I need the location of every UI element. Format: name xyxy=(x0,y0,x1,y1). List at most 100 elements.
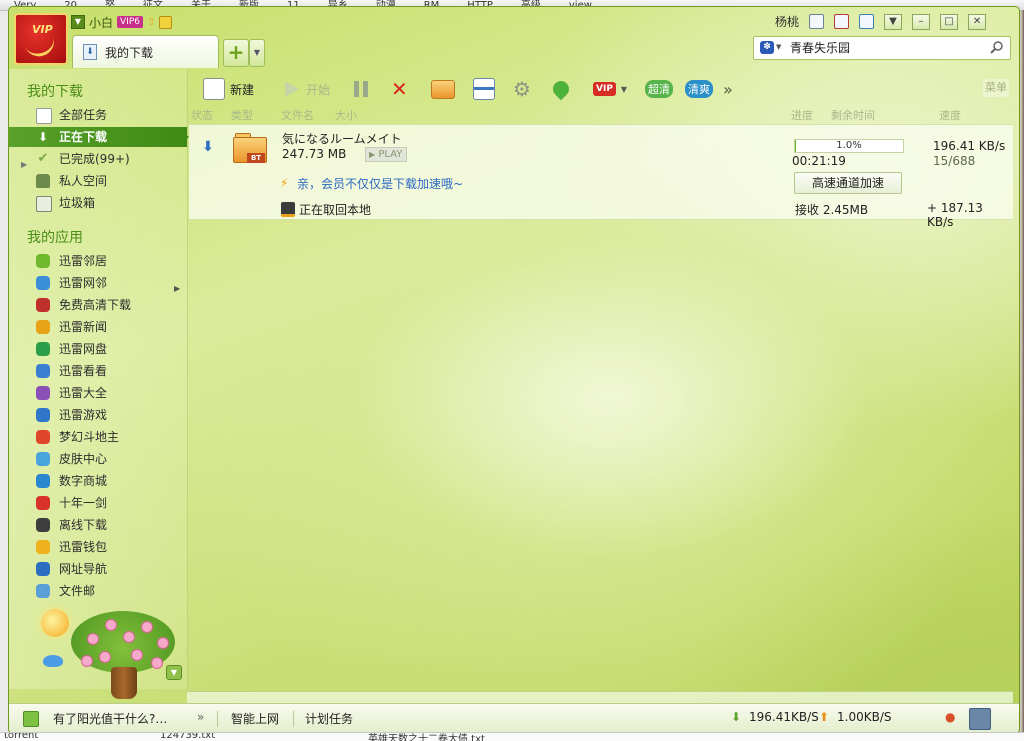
hd-button[interactable]: 超清 xyxy=(645,77,673,101)
search-engine-dropdown-icon[interactable]: ▼ xyxy=(776,43,781,51)
column-size[interactable]: 大小 xyxy=(335,107,357,123)
location-button[interactable] xyxy=(549,77,573,101)
sidebar-app-item[interactable]: 文件邮 xyxy=(9,581,187,601)
baidu-paw-icon[interactable]: ✽ xyxy=(760,41,774,54)
upgrade-arrow-icon: ⇧ xyxy=(146,16,156,28)
details-button[interactable] xyxy=(473,77,495,101)
sidebar-app-item[interactable]: 迅雷网邻 ▶ xyxy=(9,273,187,293)
progress-text: 1.0% xyxy=(836,140,862,151)
sidebar-app-item[interactable]: 迅雷看看 xyxy=(9,361,187,381)
more-chevron-icon: » xyxy=(723,79,733,99)
minimize-button[interactable]: – xyxy=(912,13,931,30)
vip-button[interactable]: VIP ▼ xyxy=(593,77,627,101)
sidebar-item-all-tasks[interactable]: 全部任务 xyxy=(9,105,187,125)
sidebar-item-label: 皮肤中心 xyxy=(59,452,108,466)
sidebar-item-downloading[interactable]: ⬇ 正在下载 xyxy=(9,127,189,147)
sidebar-item-private-space[interactable]: 私人空间 xyxy=(9,171,187,191)
smiley-icon[interactable] xyxy=(159,15,173,29)
sidebar-app-item[interactable]: 皮肤中心 xyxy=(9,449,187,469)
sidebar-app-item[interactable]: 离线下载 xyxy=(9,515,187,535)
play-triangle-icon: ▶ xyxy=(369,150,376,159)
open-folder-button[interactable] xyxy=(431,77,455,101)
column-status[interactable]: 状态 xyxy=(191,107,213,123)
clear-button[interactable]: 清爽 xyxy=(685,77,713,101)
app-icon xyxy=(36,452,50,466)
up-arrow-icon: ⬆ xyxy=(819,710,830,724)
vip-dropdown-icon[interactable]: ▼ xyxy=(621,85,627,94)
scheduled-tasks-link[interactable]: 计划任务 xyxy=(305,710,353,727)
sidebar-app-item[interactable]: 迅雷游戏 xyxy=(9,405,187,425)
play-icon xyxy=(285,81,299,97)
delete-button[interactable]: ✕ xyxy=(391,77,408,101)
column-remaining-time[interactable]: 剩余时间 xyxy=(831,107,875,123)
column-speed[interactable]: 速度 xyxy=(939,107,961,123)
sidebar-app-item[interactable]: 迅雷新闻 xyxy=(9,317,187,337)
task-filename[interactable]: 気になるルームメイト xyxy=(282,130,402,147)
sidebar-item-label: 垃圾箱 xyxy=(59,196,96,210)
vip-logo[interactable]: VIP xyxy=(14,13,68,65)
username[interactable]: 小白 xyxy=(89,14,113,31)
app-icon xyxy=(36,254,50,268)
delete-x-icon: ✕ xyxy=(391,77,408,101)
sun-icon[interactable] xyxy=(41,609,69,637)
message-icon[interactable] xyxy=(809,14,825,29)
sidebar-item-label: 十年一剑 xyxy=(59,496,108,510)
vip-level-badge[interactable]: VIP6 xyxy=(117,16,143,28)
sidebar-app-item[interactable]: 迅雷钱包 xyxy=(9,537,187,557)
table-row[interactable]: ⬇ BT 気になるルームメイト 247.73 MB ▶ PLAY ⚡ 亲，会员不… xyxy=(189,124,1013,229)
horizontal-scrollbar[interactable] xyxy=(187,691,1013,703)
smart-net-link[interactable]: 智能上网 xyxy=(231,710,279,727)
total-down-speed: 196.41KB/S xyxy=(749,710,819,724)
sidebar-app-item[interactable]: 免费高清下载 xyxy=(9,295,187,315)
sidebar-item-label: 正在下载 xyxy=(59,130,108,144)
sidebar-app-item[interactable]: 迅雷网盘 xyxy=(9,339,187,359)
search-icon[interactable] xyxy=(990,40,1004,54)
trash-icon xyxy=(36,196,52,212)
sidebar-item-completed[interactable]: ▶ ✔ 已完成(99+) xyxy=(9,149,187,170)
my-apps-heading: 我的应用 xyxy=(27,230,83,246)
progress-bar: 1.0% xyxy=(794,139,904,153)
search-input[interactable] xyxy=(790,39,980,55)
sidebar-item-label: 文件邮 xyxy=(59,584,96,598)
app-icon xyxy=(36,320,50,334)
new-task-button[interactable]: 新建 xyxy=(203,77,254,101)
task-status-text: 正在取回本地 xyxy=(299,203,372,217)
column-progress[interactable]: 进度 xyxy=(791,107,813,123)
close-button[interactable]: ✕ xyxy=(968,13,987,30)
user-dropdown-icon[interactable]: ▼ xyxy=(71,15,85,29)
column-filename[interactable]: 文件名 xyxy=(281,107,314,123)
status-bar: 有了阳光值干什么?… » 智能上网 计划任务 ⬇ 196.41KB/S ⬆ 1.… xyxy=(9,703,1019,733)
maximize-button[interactable]: □ xyxy=(940,13,959,30)
sidebar-app-item[interactable]: 迅雷大全 xyxy=(9,383,187,403)
sidebar-app-item[interactable]: 十年一剑 xyxy=(9,493,187,513)
high-speed-accel-button[interactable]: 高速通道加速 xyxy=(794,172,902,194)
sidebar-app-item[interactable]: 梦幻斗地主 xyxy=(9,427,187,447)
new-tab-dropdown-icon[interactable]: ▼ xyxy=(249,39,265,67)
vip-promo-link[interactable]: 亲，会员不仅仅是下载加速哦~ xyxy=(297,175,463,192)
location-pin-icon[interactable]: ● xyxy=(945,710,955,724)
stats-chart-icon[interactable] xyxy=(969,708,991,730)
skin-shirt-icon[interactable] xyxy=(859,14,875,29)
sunshine-icon[interactable] xyxy=(23,711,39,727)
sunshine-tip-link[interactable]: 有了阳光值干什么?… xyxy=(53,710,167,727)
play-button[interactable]: ▶ PLAY xyxy=(365,147,408,162)
calendar-icon[interactable] xyxy=(834,14,850,29)
bird-icon xyxy=(43,655,63,667)
menu-dropdown-button[interactable]: ▼ xyxy=(884,13,903,30)
pause-button[interactable] xyxy=(351,77,371,101)
skin-name[interactable]: 杨桃 xyxy=(775,13,799,30)
sidebar-app-item[interactable]: 迅雷邻居 xyxy=(9,251,187,271)
new-tab-button[interactable]: + xyxy=(223,39,249,67)
column-type[interactable]: 类型 xyxy=(231,107,253,123)
tab-my-downloads[interactable]: ⬇ 我的下载 xyxy=(72,35,219,68)
sidebar-app-item[interactable]: 网址导航 xyxy=(9,559,187,579)
more-links-icon[interactable]: » xyxy=(197,710,204,724)
map-pin-icon xyxy=(549,77,573,101)
sidebar-item-trash[interactable]: 垃圾箱 xyxy=(9,193,187,213)
sidebar-app-item[interactable]: 数字商城 xyxy=(9,471,187,491)
settings-button[interactable]: ⚙ xyxy=(513,77,531,101)
start-button[interactable]: 开始 xyxy=(281,77,330,101)
main-menu-button[interactable]: 菜单 xyxy=(983,79,1009,97)
more-tools-button[interactable]: » xyxy=(723,77,733,101)
new-label: 新建 xyxy=(230,82,255,97)
